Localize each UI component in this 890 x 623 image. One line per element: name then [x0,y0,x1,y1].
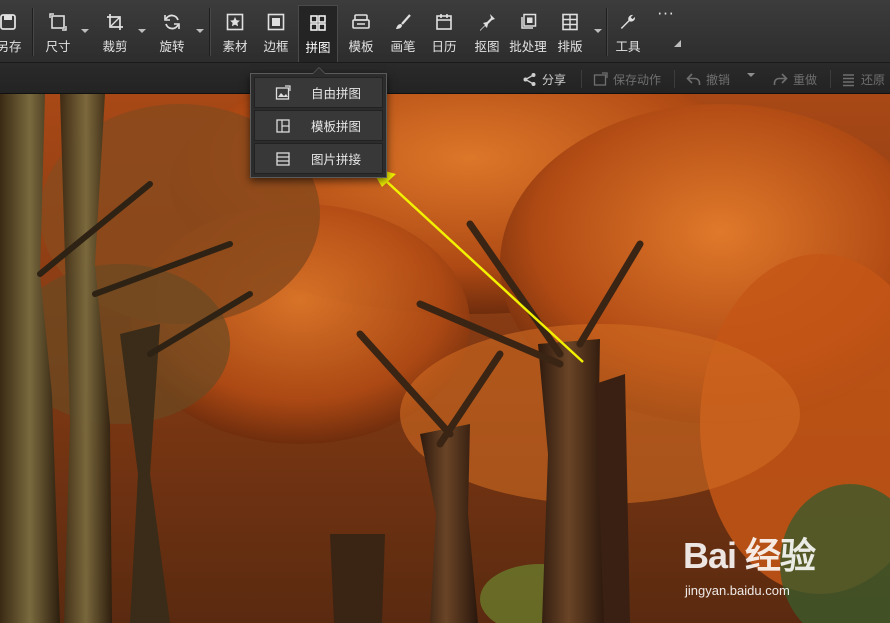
border-button[interactable]: 边框 [256,0,296,60]
calendar-label: 日历 [431,39,457,54]
save-action-label: 保存动作 [613,72,662,87]
rotate-dropdown-caret[interactable] [196,29,204,33]
crop-button[interactable]: 裁剪 [94,0,136,60]
tools-label: 工具 [615,39,641,54]
action-bar: 分享 保存动作 撤销 重做 还原 [0,63,890,94]
watermark-url: jingyan.baidu.com [685,583,790,598]
wrench-icon [619,13,637,31]
collage-button[interactable]: 拼图 [298,5,338,62]
share-icon [522,72,537,87]
resize-dropdown-caret[interactable] [81,29,89,33]
redo-icon [773,72,788,87]
undo-button[interactable]: 撤销 [686,69,730,89]
image-stitch-label: 图片拼接 [311,152,362,167]
cutout-button[interactable]: 抠图 [467,0,507,60]
template-collage-label: 模板拼图 [311,119,362,134]
save-as-label: 另存 [0,39,22,54]
batch-button[interactable]: 批处理 [508,0,548,60]
restore-button[interactable]: 还原 [841,69,885,89]
save-as-icon [0,13,17,31]
action-divider [830,70,831,88]
more-icon: ··· [657,5,675,23]
tools-button[interactable]: 工具 [609,0,647,60]
undo-history-caret[interactable] [747,73,755,77]
cutout-icon [478,13,496,31]
share-button[interactable]: 分享 [522,69,566,89]
baidu-jingyan-watermark: Bai 经验 jingyan.baidu.com [683,527,883,607]
menu-item-free-collage[interactable]: 自由拼图 [254,77,383,108]
border-icon [267,13,285,31]
resize-icon [49,13,67,31]
save-action-icon [593,71,608,87]
action-divider [581,70,582,88]
rotate-button[interactable]: 旋转 [152,0,192,60]
stickers-icon [226,13,244,31]
rotate-icon [163,13,181,31]
brush-icon [394,13,412,31]
resize-label: 尺寸 [45,39,71,54]
collage-dropdown-menu: 自由拼图 模板拼图 图片拼接 [250,67,387,178]
layout-label: 排版 [557,39,583,54]
crop-icon [106,13,124,31]
layout-dropdown-caret[interactable] [594,29,602,33]
template-icon [352,13,370,31]
brush-label: 画笔 [390,39,416,54]
border-label: 边框 [263,39,289,54]
resize-button[interactable]: 尺寸 [38,0,78,60]
batch-label: 批处理 [509,39,547,54]
undo-label: 撤销 [706,72,731,87]
crop-label: 裁剪 [102,39,128,54]
brush-button[interactable]: 画笔 [383,0,423,60]
menu-item-template-collage[interactable]: 模板拼图 [254,110,383,141]
share-label: 分享 [542,72,567,87]
toolbar-divider [606,8,607,56]
free-collage-label: 自由拼图 [311,86,362,101]
save-as-button[interactable]: 另存 [0,0,26,60]
main-toolbar: 另存 尺寸 裁剪 旋转 素材 边框 拼图 模板 画笔 日历 抠图 批处理 排版 … [0,0,890,63]
toolbar-divider [209,8,210,56]
batch-icon [519,13,537,31]
free-collage-icon [275,84,291,101]
action-divider [674,70,675,88]
template-button[interactable]: 模板 [341,0,381,60]
restore-label: 还原 [861,72,886,87]
cutout-label: 抠图 [474,39,500,54]
more-button[interactable]: ··· [651,0,681,60]
calendar-button[interactable]: 日历 [425,0,463,60]
save-action-button[interactable]: 保存动作 [593,69,661,89]
menu-item-image-stitch[interactable]: 图片拼接 [254,143,383,174]
watermark-brand: Bai 经验 [683,535,816,576]
restore-icon [841,72,856,87]
redo-button[interactable]: 重做 [773,69,817,89]
calendar-icon [435,13,453,31]
collage-icon [309,14,327,32]
redo-label: 重做 [793,72,818,87]
toolbar-divider [32,8,33,56]
stickers-label: 素材 [222,39,248,54]
crop-dropdown-caret[interactable] [138,29,146,33]
template-label: 模板 [348,39,374,54]
layout-icon [561,13,579,31]
stitch-icon [275,151,291,167]
template-collage-icon [275,118,291,134]
collage-label: 拼图 [305,40,331,55]
undo-icon [686,72,701,87]
stickers-button[interactable]: 素材 [216,0,254,60]
layout-button[interactable]: 排版 [551,0,589,60]
rotate-label: 旋转 [159,39,185,54]
expand-corner-toggle[interactable] [674,40,681,47]
